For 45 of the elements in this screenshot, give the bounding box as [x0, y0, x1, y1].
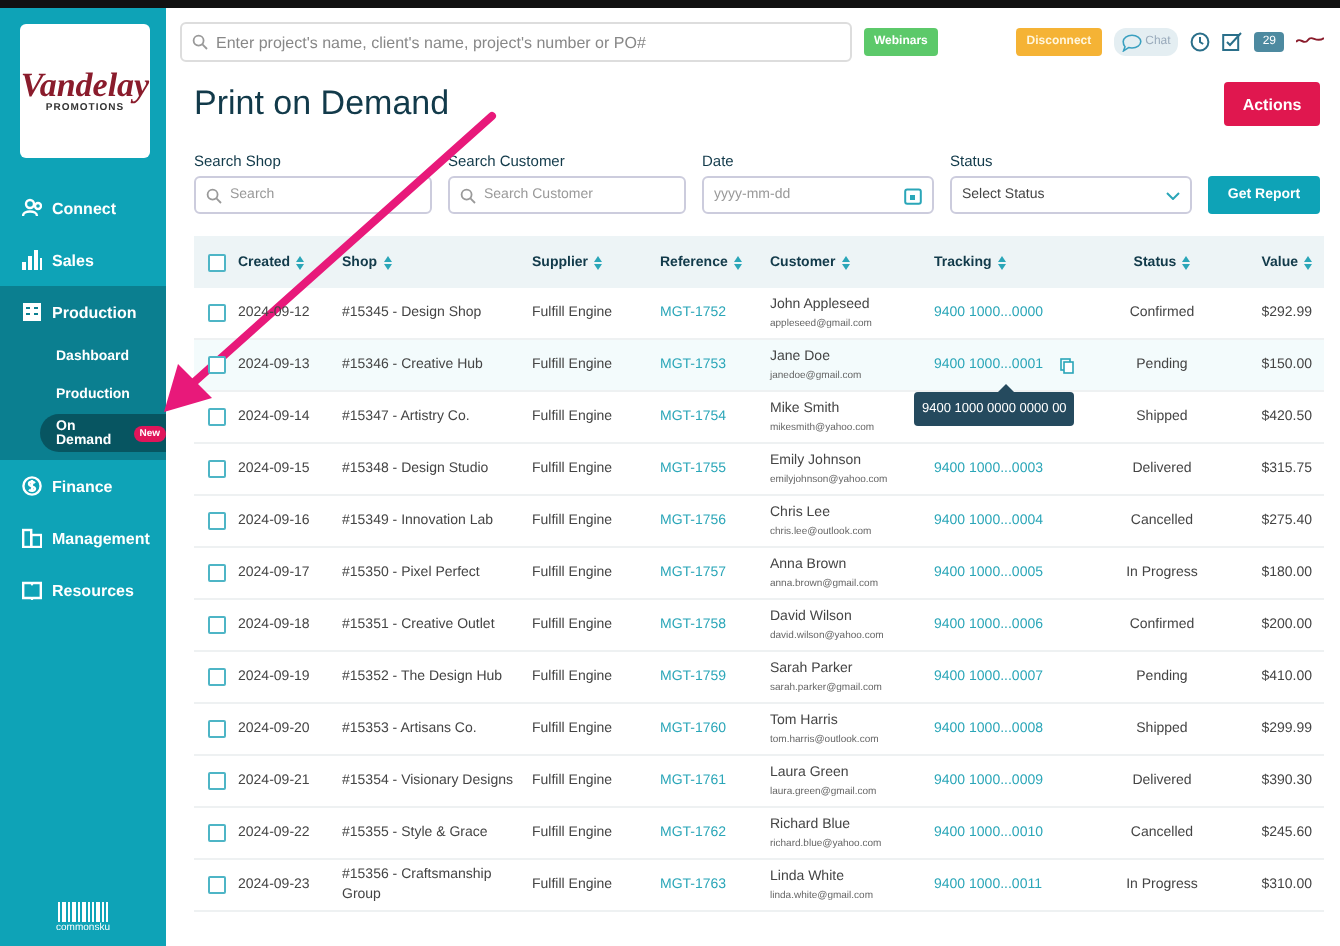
sort-icon[interactable] — [841, 255, 850, 269]
building-icon — [22, 528, 42, 548]
row-checkbox[interactable] — [207, 564, 225, 582]
sort-icon[interactable] — [997, 255, 1006, 269]
sort-icon[interactable] — [733, 255, 742, 269]
row-checkbox[interactable] — [207, 720, 225, 738]
sort-icon[interactable] — [594, 255, 603, 269]
sort-icon[interactable] — [1182, 255, 1191, 269]
sort-icon[interactable] — [1304, 255, 1312, 269]
row-checkbox[interactable] — [207, 668, 225, 686]
select-all-checkbox[interactable] — [207, 253, 225, 271]
row-checkbox[interactable] — [207, 616, 225, 634]
global-search-field[interactable]: Enter project's name, client's name, project's number or PO# — [180, 22, 852, 62]
chart-icon — [22, 250, 42, 270]
nav-item[interactable]: Production — [0, 286, 166, 338]
users-icon — [22, 198, 42, 218]
row-checkbox[interactable] — [207, 876, 225, 894]
dollar-icon — [22, 476, 42, 496]
actions-button[interactable]: Actions — [1224, 82, 1320, 126]
nav-item[interactable]: Resources — [0, 564, 166, 616]
nav-item[interactable]: Connect — [0, 182, 166, 234]
user-logo-icon[interactable] — [1296, 36, 1324, 48]
board-icon — [22, 302, 42, 322]
sort-icon[interactable] — [383, 255, 391, 269]
barcode-icon — [57, 902, 109, 922]
clock-icon[interactable] — [1190, 32, 1211, 52]
nav-item[interactable]: Management — [0, 512, 166, 564]
logo-title: Vandelay — [20, 68, 150, 102]
row-checkbox[interactable] — [207, 512, 225, 530]
calendar-icon[interactable] — [904, 186, 922, 204]
page-title: Print on Demand — [194, 84, 450, 124]
row-checkbox[interactable] — [207, 772, 225, 790]
sort-icon[interactable] — [296, 255, 305, 269]
row-checkbox[interactable] — [207, 408, 225, 426]
nav-item[interactable]: Finance — [0, 460, 166, 512]
speech-bubble-icon — [1121, 33, 1142, 51]
row-checkbox[interactable] — [207, 824, 225, 842]
chevron-down-icon — [1166, 191, 1180, 199]
row-checkbox[interactable] — [207, 460, 225, 478]
book-icon — [22, 580, 42, 600]
nav-item[interactable]: Sales — [0, 234, 166, 286]
row-checkbox[interactable] — [207, 304, 225, 322]
copy-icon[interactable] — [1059, 357, 1073, 373]
row-checkbox[interactable] — [207, 356, 225, 374]
checklist-icon[interactable] — [1222, 32, 1243, 52]
